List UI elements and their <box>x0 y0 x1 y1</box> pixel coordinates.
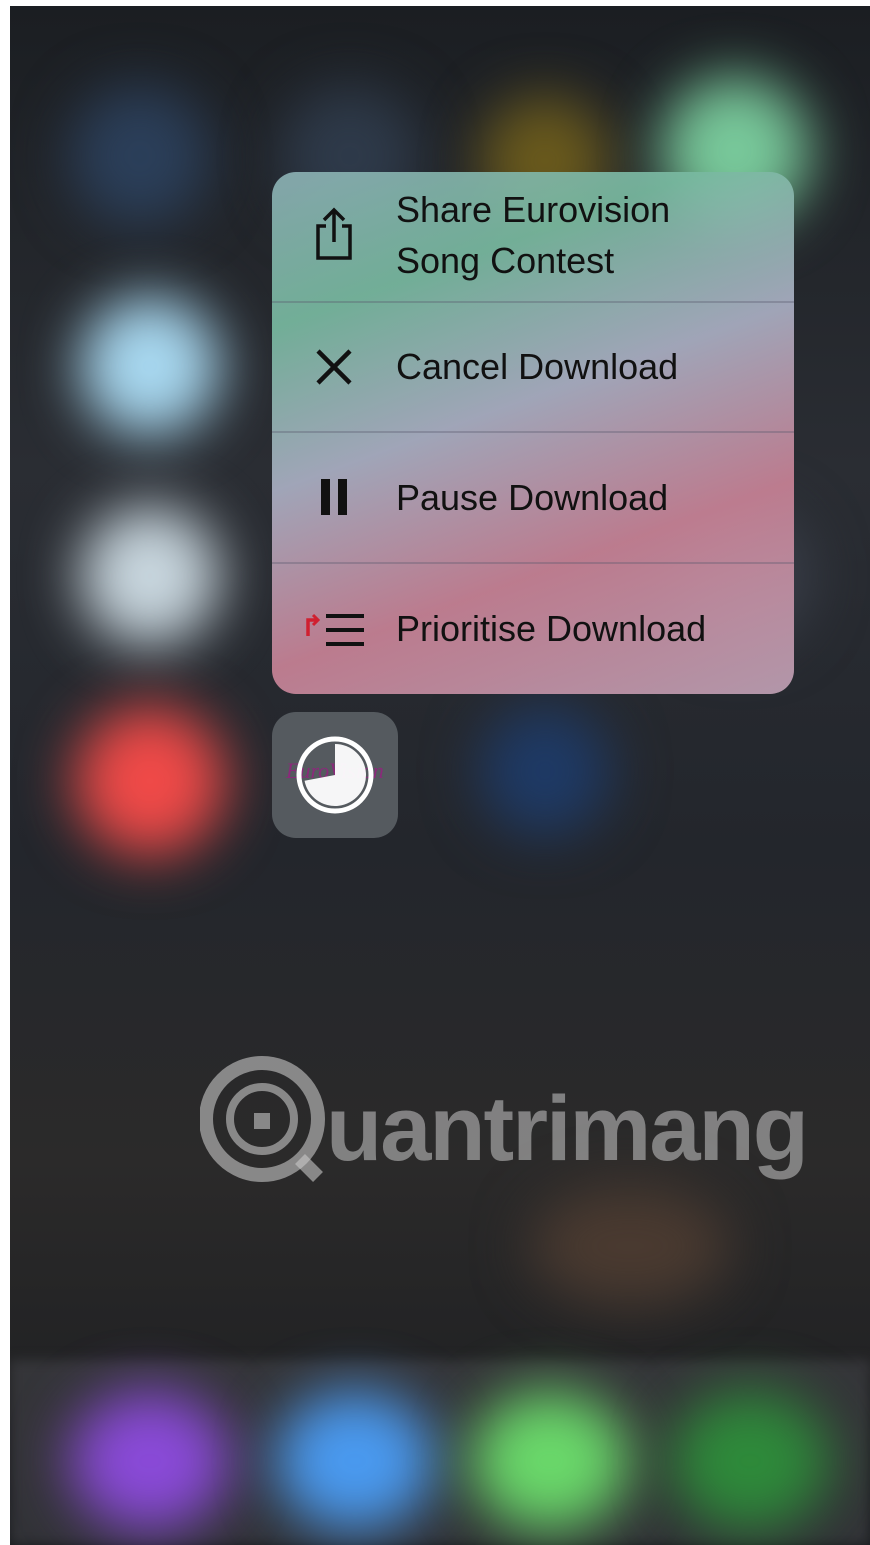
lightbulb-logo-icon <box>199 1056 325 1182</box>
blurred-app-icon <box>75 706 225 856</box>
watermark-text: uantrimang <box>326 1078 809 1180</box>
share-action[interactable]: Share Eurovision Song Contest <box>272 172 794 301</box>
prioritise-download-label: Prioritise Download <box>396 608 707 649</box>
prioritise-download-action[interactable]: Prioritise Download <box>272 564 794 694</box>
blurred-dock-icon <box>70 1391 230 1531</box>
blurred-app-icon <box>80 506 220 646</box>
blurred-app-icon <box>530 1186 730 1306</box>
eurovision-app-icon[interactable]: EuroVision <box>272 712 398 838</box>
prioritise-icon <box>302 608 368 652</box>
share-action-label-line2: Song Contest <box>396 240 615 281</box>
blurred-app-icon <box>80 296 220 436</box>
quick-actions-menu: Share Eurovision Song Contest Cancel Dow… <box>272 172 794 694</box>
cancel-download-label: Cancel Download <box>396 346 679 387</box>
blurred-dock-icon <box>470 1391 630 1531</box>
blurred-app-icon <box>70 86 210 226</box>
blurred-dock-icon <box>670 1391 830 1531</box>
close-icon <box>312 345 356 389</box>
cancel-download-action[interactable]: Cancel Download <box>272 303 794 431</box>
share-icon <box>312 207 356 260</box>
pause-download-action[interactable]: Pause Download <box>272 433 794 562</box>
pause-download-label: Pause Download <box>396 477 669 518</box>
pause-icon <box>312 475 356 519</box>
quantrimang-watermark: uantrimang <box>199 1055 809 1185</box>
share-action-label-line1: Share Eurovision <box>396 189 671 230</box>
download-progress-ring: EuroVision <box>285 736 384 814</box>
blurred-app-icon <box>480 706 610 836</box>
blurred-dock-icon <box>275 1391 435 1531</box>
